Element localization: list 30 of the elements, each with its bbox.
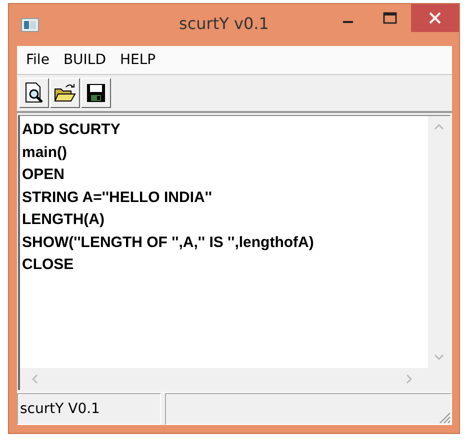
save-button[interactable] bbox=[81, 78, 111, 108]
code-editor[interactable]: ADD SCURTY main() OPEN STRING A=''HELLO INDIA'' LENGTH(A) SHOW(''LENGTH OF '',A,'' IS '',lengthofA) CLOSE bbox=[18, 115, 450, 390]
minimize-icon bbox=[343, 21, 353, 23]
scroll-left-icon[interactable] bbox=[32, 374, 38, 384]
window-title: scurtY v0.1 bbox=[179, 14, 269, 32]
menu-item[interactable]: HELP bbox=[113, 52, 163, 68]
maximize-icon bbox=[383, 12, 397, 24]
menu-item[interactable]: File bbox=[19, 52, 56, 68]
code-line: ADD SCURTY bbox=[22, 120, 122, 140]
code-line: LENGTH(A) bbox=[22, 210, 106, 230]
menu-item[interactable]: BUILD bbox=[56, 52, 113, 68]
scroll-up-icon[interactable] bbox=[434, 124, 444, 130]
folder-icon bbox=[54, 82, 76, 104]
status-text: scurtY V0.1 bbox=[20, 401, 100, 417]
print-preview-button[interactable] bbox=[19, 78, 49, 108]
magnifier-page-icon bbox=[23, 82, 45, 104]
code-line: SHOW(''LENGTH OF '',A,'' IS '',lengthofA) bbox=[22, 232, 315, 252]
vertical-scrollbar[interactable] bbox=[428, 116, 450, 368]
app-icon bbox=[21, 18, 39, 32]
close-icon bbox=[429, 12, 441, 24]
code-line: CLOSE bbox=[22, 255, 75, 275]
code-line: STRING A=''HELLO INDIA'' bbox=[22, 188, 213, 208]
open-folder-button[interactable] bbox=[50, 78, 80, 108]
code-line: OPEN bbox=[22, 165, 66, 185]
close-button[interactable] bbox=[411, 4, 459, 32]
scroll-down-icon[interactable] bbox=[434, 354, 444, 360]
scroll-right-icon[interactable] bbox=[406, 374, 412, 384]
horizontal-scrollbar[interactable] bbox=[20, 368, 428, 390]
code-line: main() bbox=[22, 142, 68, 162]
resize-grip-icon[interactable] bbox=[437, 410, 451, 424]
